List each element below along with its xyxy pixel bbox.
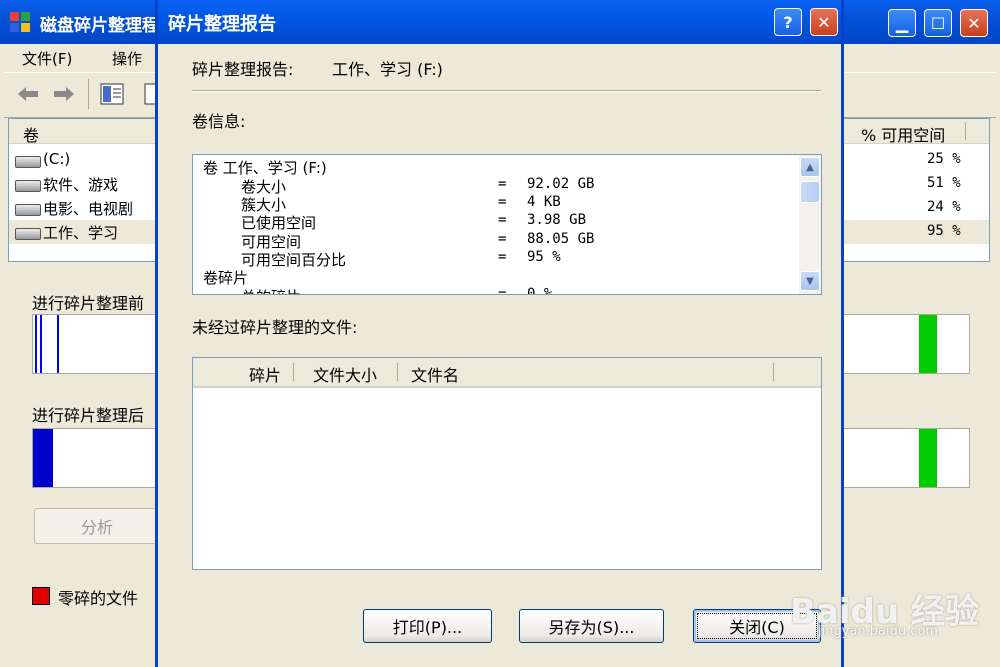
menu-file[interactable]: 文件(F) [22,48,72,69]
analyze-button[interactable]: 分析 [34,508,160,544]
volume-info-value: 88.05 GB [527,231,595,247]
map-block [919,429,937,487]
volume-info-eq: = [498,249,507,265]
map-block [40,315,42,373]
dialog-close-button[interactable]: ✕ [810,8,838,36]
chevron-down-icon: ▼ [806,275,814,287]
report-label: 碎片整理报告: [192,60,294,79]
volume-info-key: 可用空间百分比 [241,251,347,269]
column-fragments[interactable]: 碎片 [249,362,281,386]
drive-icon [15,180,41,192]
volume-info-value: 3.98 GB [527,212,587,228]
scroll-thumb[interactable] [800,181,820,203]
volume-info-eq: = [498,194,507,210]
volume-info-value: 95 % [527,249,561,265]
volume-info-box[interactable]: 卷 工作、学习 (F:) 卷大小 = 92.02 GB 簇大小 = 4 KB 已… [192,154,822,295]
files-list-header: 碎片 文件大小 文件名 [193,358,821,388]
fragmented-legend-label: 零碎的文件 [58,589,139,608]
maximize-icon: ☐ [930,13,946,33]
volume-name: 电影、电视剧 [43,200,134,218]
volume-name: 软件、游戏 [43,176,119,194]
defrag-app-icon [10,12,30,32]
scroll-up-button[interactable]: ▲ [800,157,820,177]
fragmented-legend-swatch [32,587,50,605]
volume-info-key: 已使用空间 [241,214,317,232]
volume-info-eq: = [498,231,507,247]
unfragmented-files-label: 未经过碎片整理的文件: [192,318,358,337]
volume-name: 工作、学习 [43,224,119,242]
close-icon: ✕ [967,13,981,33]
menu-action[interactable]: 操作 [112,48,142,69]
forward-arrow-icon[interactable] [52,85,76,103]
defrag-report-dialog: 碎片整理报告 ? ✕ 碎片整理报告: 工作、学习 (F:) 卷信息: 卷 工作、… [155,0,844,667]
column-file-name[interactable]: 文件名 [411,362,459,386]
chevron-up-icon: ▲ [806,161,814,173]
volume-info-scrollbar[interactable]: ▲ ▼ [799,155,821,294]
volume-info-eq: = [498,212,507,228]
separator [192,90,821,92]
minimize-button[interactable]: ▁ [888,9,916,37]
volume-info-value: 92.02 GB [527,176,595,192]
close-icon: ✕ [817,12,831,32]
print-button[interactable]: 打印(P)... [363,609,492,643]
scroll-down-button[interactable]: ▼ [800,271,820,291]
volume-free-percent: 51 % [927,175,961,191]
unfragmented-files-list[interactable]: 碎片 文件大小 文件名 [192,357,822,570]
drive-icon [15,156,41,168]
toolbar-divider [88,79,89,109]
help-button[interactable]: ? [774,8,802,36]
volume-free-percent: 95 % [927,223,961,239]
column-volume[interactable]: 卷 [23,122,39,146]
volume-free-percent: 25 % [927,151,961,167]
volume-info-value: 4 KB [527,194,561,210]
map-block [35,315,37,373]
minimize-icon: ▁ [895,13,909,33]
report-volume: 工作、学习 (F:) [332,60,443,79]
column-free-percent[interactable]: % 可用空间 [861,122,945,146]
help-icon: ? [783,12,793,32]
volume-name: (C:) [43,150,71,168]
column-divider[interactable] [293,363,294,381]
volume-info-eq: = [498,286,507,295]
volume-free-percent: 24 % [927,199,961,215]
back-arrow-icon[interactable] [16,85,40,103]
column-divider[interactable] [397,363,398,381]
show-hide-tree-icon[interactable] [100,83,124,105]
volume-info-value: 0 % [527,286,553,295]
volume-info-eq: = [498,176,507,192]
dialog-titlebar: 碎片整理报告 ? ✕ [158,0,841,44]
dialog-title: 碎片整理报告 [168,14,276,35]
map-block [919,315,937,373]
after-defrag-label: 进行碎片整理后 [32,406,145,425]
map-block [33,429,53,487]
volume-info-key: 卷 工作、学习 (F:) [203,159,327,177]
column-divider [965,122,966,140]
column-divider[interactable] [773,363,774,381]
volume-info-key: 总的碎片 [241,286,301,294]
maximize-button[interactable]: ☐ [924,9,952,37]
background-close-button[interactable]: ✕ [960,9,988,37]
volume-info-label: 卷信息: [192,112,246,131]
baidu-watermark-url: jingyan.baidu.com [818,624,938,639]
save-as-button[interactable]: 另存为(S)... [519,609,664,643]
before-defrag-label: 进行碎片整理前 [32,294,145,313]
map-block [57,315,59,373]
drive-icon [15,228,41,240]
volume-info-key: 卷碎片 [203,269,249,287]
drive-icon [15,204,41,216]
column-file-size[interactable]: 文件大小 [313,362,377,386]
